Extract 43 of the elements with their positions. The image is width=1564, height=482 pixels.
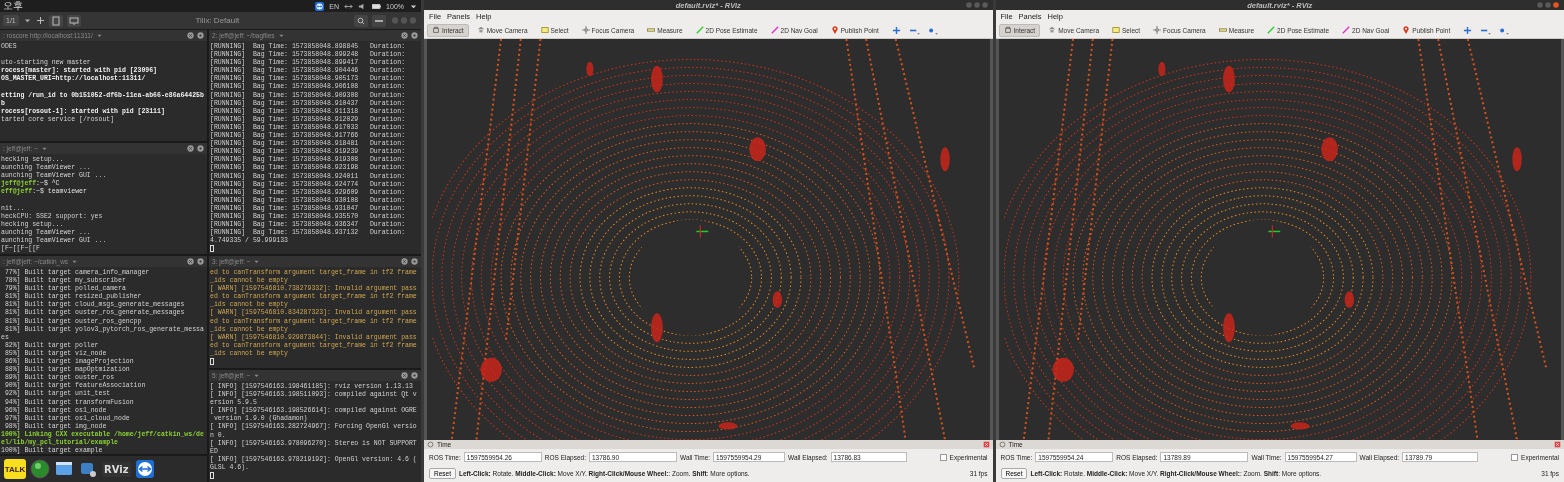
settings-icon[interactable] [197, 258, 204, 265]
close-icon[interactable] [187, 145, 194, 152]
close-icon[interactable] [187, 32, 194, 39]
clock-text: 오후 [3, 0, 23, 12]
close-icon[interactable] [401, 258, 408, 265]
settings-icon[interactable] [411, 372, 418, 379]
checkbox[interactable] [939, 453, 947, 461]
settings-icon[interactable] [197, 145, 204, 152]
window-title: Tilix: Default [194, 16, 241, 25]
map-pin-icon [830, 26, 839, 34]
ruler-icon [1218, 26, 1227, 34]
document-icon[interactable] [48, 14, 63, 27]
move-arrows-icon[interactable] [890, 25, 902, 35]
ruler-icon [647, 26, 656, 34]
settings-icon[interactable] [197, 32, 204, 39]
settings-icon[interactable] [411, 32, 418, 39]
text-cursor [210, 472, 214, 480]
teamviewer-icon[interactable] [134, 459, 155, 479]
crosshair-icon [1153, 26, 1162, 34]
close-icon[interactable] [187, 258, 194, 265]
close-icon[interactable] [982, 441, 990, 448]
battery-icon[interactable] [372, 1, 382, 11]
checkbox[interactable] [1511, 453, 1519, 461]
menu-icon[interactable] [372, 14, 386, 27]
chat-app-icon[interactable]: TALK [4, 459, 26, 479]
add-icon[interactable] [35, 16, 45, 25]
rectangle-icon [540, 26, 549, 34]
search-icon[interactable] [354, 14, 368, 27]
close-icon[interactable] [401, 32, 408, 39]
close-icon[interactable] [401, 372, 408, 379]
network-icon[interactable] [344, 1, 354, 11]
map-pin-icon [1402, 26, 1411, 34]
text-cursor [210, 245, 214, 253]
orb-icon[interactable] [30, 459, 50, 479]
rectangle-icon [1112, 26, 1120, 34]
teamviewer-icon[interactable] [315, 1, 325, 11]
settings-icon[interactable] [411, 258, 418, 265]
screen-icon[interactable] [66, 14, 81, 27]
crosshair-icon [581, 26, 590, 34]
rviz-logo[interactable]: RViz [102, 461, 131, 477]
window-controls-icon[interactable] [1536, 1, 1560, 9]
move-arrows-icon[interactable] [1462, 25, 1474, 35]
text-cursor [210, 358, 214, 366]
